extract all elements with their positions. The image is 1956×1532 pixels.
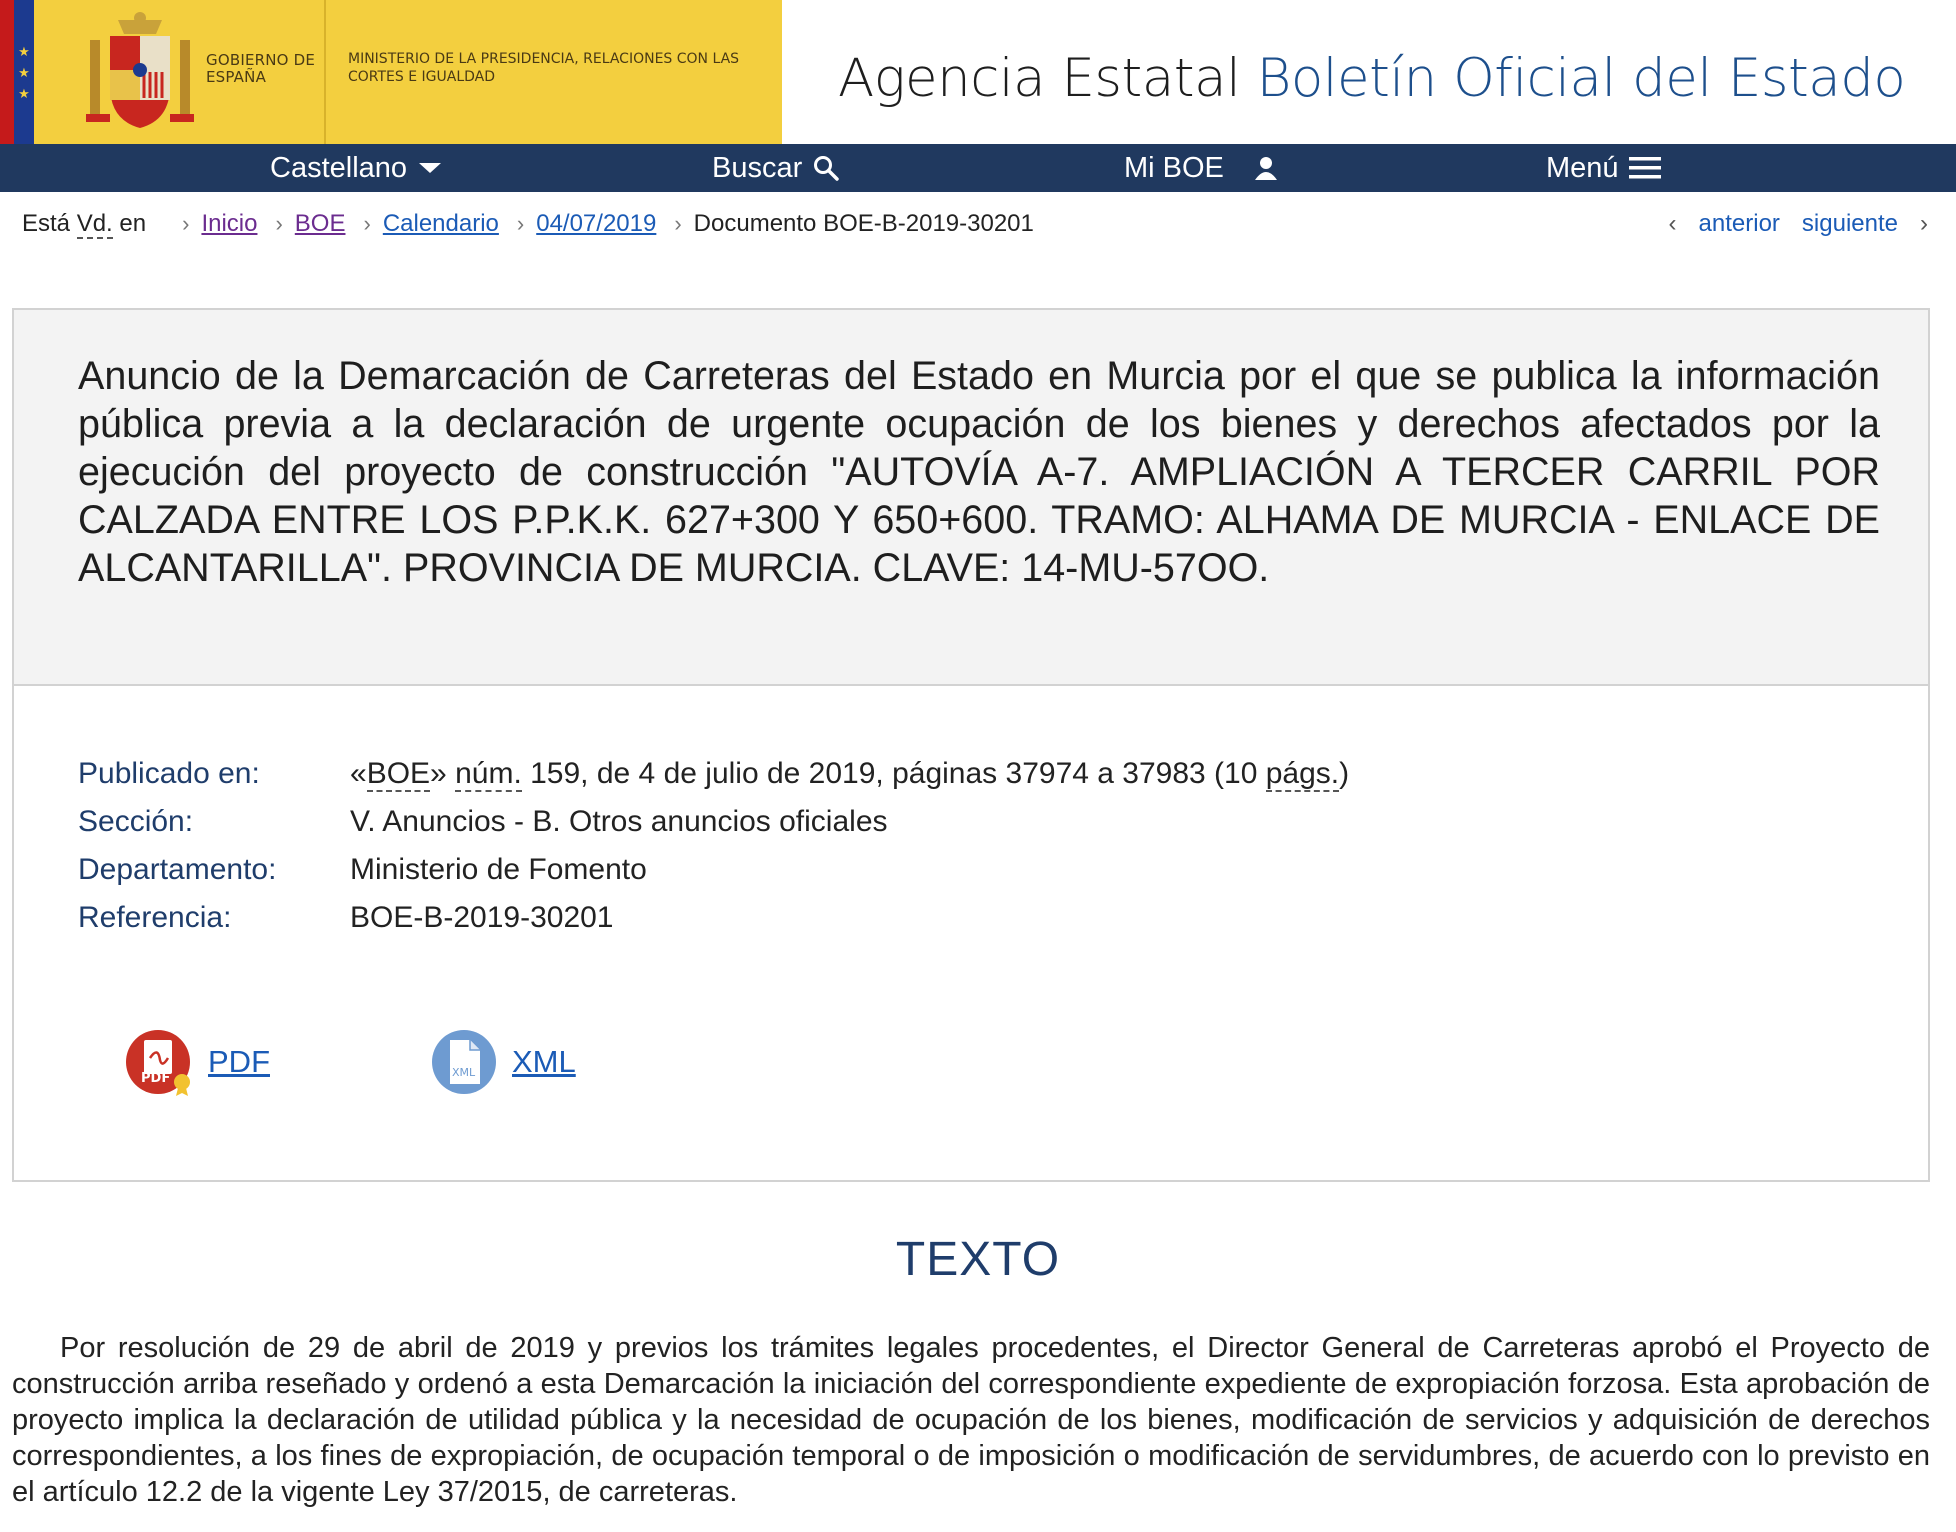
- breadcrumb-date[interactable]: 04/07/2019: [536, 210, 656, 238]
- user-icon: [1254, 157, 1277, 180]
- num-abbr: núm.: [455, 757, 522, 792]
- eu-stars-icon: ★ ★ ★: [14, 0, 34, 144]
- breadcrumb-lead-abbr: Vd.: [76, 210, 113, 239]
- language-selector[interactable]: Castellano: [270, 144, 443, 192]
- agency-prefix: Agencia Estatal: [838, 48, 1241, 109]
- government-label: Gobierno de España: [206, 51, 316, 86]
- department-value: Ministerio de Fomento: [350, 853, 647, 886]
- main-navbar: Castellano Buscar Mi BOE Menú: [0, 144, 1956, 192]
- language-label: Castellano: [270, 151, 408, 184]
- published-label: Publicado en:: [78, 757, 260, 790]
- reference-value: BOE-B-2019-30201: [350, 901, 614, 934]
- document-title-area: Anuncio de la Demarcación de Carreteras …: [14, 310, 1928, 686]
- quote-mark: «: [350, 757, 367, 790]
- chevron-left-icon: ‹: [1668, 210, 1677, 237]
- xml-icon-text: XML: [452, 1066, 476, 1079]
- metadata-row: Referencia: BOE-B-2019-30201: [78, 894, 1349, 942]
- document-card: Anuncio de la Demarcación de Carreteras …: [12, 308, 1930, 1182]
- breadcrumb-inicio[interactable]: Inicio: [201, 210, 257, 238]
- text-section-heading: TEXTO: [895, 1233, 1061, 1286]
- chevron-right-icon: ›: [1920, 210, 1928, 237]
- pdf-icon-text: PDF: [141, 1071, 170, 1086]
- menu-button[interactable]: Menú: [1546, 144, 1661, 192]
- ministry-label: Ministerio de la Presidencia, Relaciones…: [348, 51, 740, 85]
- breadcrumb-calendario[interactable]: Calendario: [383, 210, 499, 238]
- government-banner[interactable]: ★ ★ ★ Gobierno de España Ministerio de la …: [0, 0, 782, 144]
- text-paragraph: Por resolución de 29 de abril de 2019 y …: [12, 1332, 1930, 1508]
- pdf-download[interactable]: PDF PDF: [126, 1028, 270, 1096]
- chevron-right-icon: ›: [275, 211, 283, 236]
- reference-label: Referencia:: [78, 901, 232, 934]
- xml-icon: XML: [432, 1030, 496, 1094]
- boe-abbr: BOE: [366, 757, 431, 792]
- my-boe-button[interactable]: Mi BOE: [1124, 144, 1280, 192]
- chevron-right-icon: ›: [182, 211, 190, 236]
- published-end: ): [1339, 757, 1350, 790]
- flag-stripe: [0, 0, 14, 144]
- published-details: 159, de 4 de julio de 2019, páginas 3797…: [530, 757, 1258, 790]
- coat-of-arms-icon: [86, 12, 194, 128]
- breadcrumb-boe[interactable]: BOE: [295, 210, 346, 238]
- chevron-right-icon: ›: [516, 211, 525, 236]
- next-link[interactable]: siguiente: [1802, 210, 1898, 238]
- breadcrumb-lead: Está Vd. en: [22, 210, 147, 239]
- agency-name: Boletín Oficial del Estado: [1256, 48, 1906, 109]
- document-title: Anuncio de la Demarcación de Carreteras …: [78, 354, 1880, 590]
- agency-title[interactable]: Agencia Estatal Boletín Oficial del Esta…: [838, 48, 1938, 109]
- breadcrumb-lead-text: Está: [22, 210, 71, 237]
- section-value: V. Anuncios - B. Otros anuncios oficiale…: [350, 805, 888, 838]
- download-links: PDF PDF XML XML: [126, 1028, 576, 1096]
- previous-link[interactable]: anterior: [1699, 210, 1780, 238]
- xml-link[interactable]: XML: [512, 1044, 576, 1080]
- search-icon: [814, 156, 840, 181]
- divider: [324, 0, 326, 144]
- breadcrumb-current: Documento BOE-B-2019-30201: [693, 210, 1034, 237]
- pags-abbr: págs.: [1265, 757, 1340, 792]
- search-label: Buscar: [712, 151, 803, 184]
- menu-label: Menú: [1546, 151, 1619, 184]
- document-metadata: Publicado en: «BOE» núm. 159, de 4 de ju…: [78, 750, 1349, 942]
- quote-mark: »: [430, 757, 447, 790]
- caret-down-icon: [419, 163, 442, 173]
- chevron-right-icon: ›: [674, 211, 682, 236]
- xml-download[interactable]: XML XML: [430, 1028, 576, 1096]
- department-label: Departamento:: [78, 853, 277, 886]
- published-value: «BOE» núm. 159, de 4 de julio de 2019, p…: [350, 750, 1349, 798]
- hamburger-icon: [1628, 157, 1661, 179]
- metadata-row: Departamento: Ministerio de Fomento: [78, 846, 1349, 894]
- breadcrumb: Está Vd. en › Inicio › BOE › Calendario …: [0, 192, 1956, 256]
- my-boe-label: Mi BOE: [1124, 151, 1224, 184]
- breadcrumb-lead-text: en: [119, 210, 147, 237]
- metadata-row: Publicado en: «BOE» núm. 159, de 4 de ju…: [78, 750, 1349, 798]
- site-header: ★ ★ ★ Gobierno de España Ministerio de la …: [0, 0, 1956, 144]
- metadata-row: Sección: V. Anuncios - B. Otros anuncios…: [78, 798, 1349, 846]
- pdf-icon: PDF: [126, 1030, 190, 1096]
- chevron-right-icon: ›: [363, 211, 371, 236]
- search-button[interactable]: Buscar: [712, 144, 840, 192]
- pdf-link[interactable]: PDF: [208, 1044, 270, 1080]
- section-label: Sección:: [78, 805, 194, 838]
- document-pager: ‹ anterior siguiente ›: [1669, 210, 1928, 238]
